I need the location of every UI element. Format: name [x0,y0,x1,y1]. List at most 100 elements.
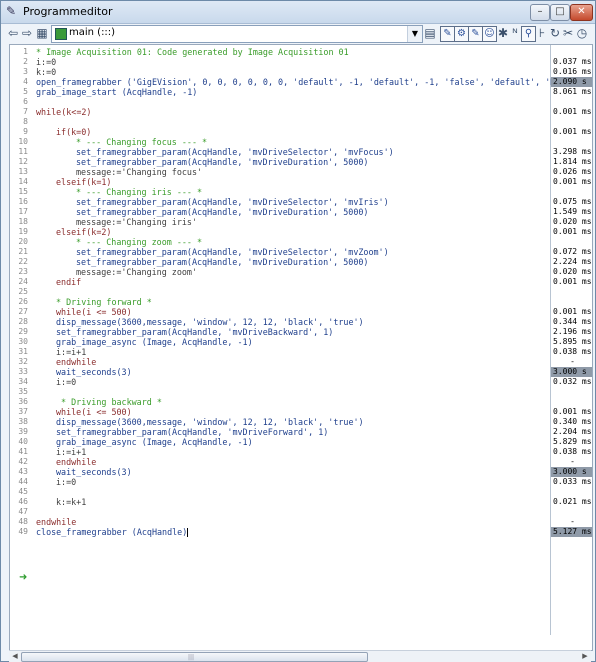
code-text[interactable]: endwhile [36,517,76,527]
code-line[interactable]: 18 message:='Changing iris' 0.020 ms [10,217,592,227]
scroll-left-icon[interactable]: ◀ [9,651,21,662]
code-line[interactable]: 29 set_framegrabber_param(AcqHandle, 'mvD… [10,327,592,337]
code-text[interactable]: set_framegrabber_param(AcqHandle, 'mvDri… [76,207,368,217]
edit-procedure-icon[interactable]: ✎ [440,26,455,42]
code-line[interactable]: 33 wait_seconds(3) 3.000 s [10,367,592,377]
code-text[interactable]: set_framegrabber_param(AcqHandle, 'mvDri… [76,197,389,207]
code-text[interactable]: endwhile [56,357,96,367]
filter-icon[interactable]: ⚲ [521,26,536,42]
code-line[interactable]: 24 endif 0.001 ms [10,277,592,287]
user-procedure-icon[interactable]: ☺ [482,26,497,42]
scroll-right-icon[interactable]: ▶ [579,651,591,662]
tools-icon[interactable]: ✂ [562,26,574,41]
code-text[interactable]: message:='Changing focus' [76,167,202,177]
code-text[interactable]: open_framegrabber ('GigEVision', 0, 0, 0… [36,77,560,87]
code-line[interactable]: 43 wait_seconds(3) 3.000 s [10,467,592,477]
code-text[interactable]: message:='Changing zoom' [76,267,197,277]
code-line[interactable]: 48 endwhile - [10,517,592,527]
code-line[interactable]: 19 elseif(k=2) 0.001 ms [10,227,592,237]
code-line[interactable]: 38 disp_message(3600,message, 'window', 1… [10,417,592,427]
code-text[interactable]: i:=0 [56,477,76,487]
code-line[interactable]: 41 i:=i+1 0.038 ms [10,447,592,457]
code-text[interactable]: wait_seconds(3) [56,467,132,477]
code-text[interactable]: i:=i+1 [56,447,86,457]
code-text[interactable]: * --- Changing zoom --- * [76,237,202,247]
code-line[interactable]: 30 grab_image_async (Image, AcqHandle, -1… [10,337,592,347]
code-text[interactable]: set_framegrabber_param(AcqHandle, 'mvDri… [56,427,328,437]
code-line[interactable]: 32 endwhile - [10,357,592,367]
code-line[interactable]: 21 set_framegrabber_param(AcqHandle, 'mvD… [10,247,592,257]
code-text[interactable]: set_framegrabber_param(AcqHandle, 'mvDri… [76,157,368,167]
procedure-selector[interactable]: main (:::) ▼ [51,25,423,43]
code-line[interactable]: 14 elseif(k=1) 0.001 ms [10,177,592,187]
code-line[interactable]: 20 * --- Changing zoom --- * [10,237,592,247]
refresh-icon[interactable]: ↻ [549,26,561,41]
code-text[interactable]: grab_image_start (AcqHandle, -1) [36,87,197,97]
code-text[interactable]: * Driving forward * [56,297,152,307]
horizontal-scrollbar[interactable]: ◀ ||| ▶ [9,650,591,662]
code-line[interactable]: 27 while(i <= 500) 0.001 ms [10,307,592,317]
code-text[interactable]: * Driving backward * [56,397,162,407]
code-text[interactable]: while(i <= 500) [56,307,132,317]
code-line[interactable]: 5 grab_image_start (AcqHandle, -1) 8.061 m… [10,87,592,97]
code-line[interactable]: 37 while(i <= 500) 0.001 ms [10,407,592,417]
code-text[interactable]: elseif(k=1) [56,177,111,187]
code-line[interactable]: 6 [10,97,592,107]
code-line[interactable]: 47 [10,507,592,517]
code-line[interactable]: 45 [10,487,592,497]
code-line[interactable]: 15 * --- Changing iris --- * [10,187,592,197]
code-text[interactable]: set_framegrabber_param(AcqHandle, 'mvDri… [56,327,333,337]
code-line[interactable]: 25 [10,287,592,297]
code-line[interactable]: 22 set_framegrabber_param(AcqHandle, 'mvD… [10,257,592,267]
code-line[interactable]: 26 * Driving forward * [10,297,592,307]
code-text[interactable]: * --- Changing focus --- * [76,137,207,147]
code-text[interactable]: k:=k+1 [56,497,86,507]
code-text[interactable]: i:=0 [36,57,56,67]
code-line[interactable]: 44 i:=0 0.033 ms [10,477,592,487]
code-text[interactable]: message:='Changing iris' [76,217,197,227]
toggle-n-icon[interactable]: ᴺ [510,26,520,41]
code-line[interactable]: 23 message:='Changing zoom' 0.020 ms [10,267,592,277]
calendar-icon[interactable]: ▤ [424,26,436,41]
code-line[interactable]: 3 k:=0 0.016 ms [10,67,592,77]
code-text[interactable]: close_framegrabber (AcqHandle) [36,527,189,537]
chevron-down-icon[interactable]: ▼ [407,26,422,42]
code-line[interactable]: 39 set_framegrabber_param(AcqHandle, 'mvD… [10,427,592,437]
code-text[interactable]: elseif(k=2) [56,227,111,237]
code-line[interactable]: 1 * Image Acquisition 01: Code generated … [10,47,592,57]
code-line[interactable]: 49 close_framegrabber (AcqHandle) 5.127 ms [10,527,592,537]
code-text[interactable]: while(k<=2) [36,107,91,117]
code-line[interactable]: 28 disp_message(3600,message, 'window', 1… [10,317,592,327]
code-line[interactable]: 34 i:=0 0.032 ms [10,377,592,387]
code-text[interactable]: k:=0 [36,67,56,77]
code-text[interactable]: wait_seconds(3) [56,367,132,377]
code-text[interactable]: disp_message(3600,message, 'window', 12,… [56,317,364,327]
arrow-left-icon[interactable]: ⇦ [7,26,19,41]
code-line[interactable]: 12 set_framegrabber_param(AcqHandle, 'mvD… [10,157,592,167]
code-text[interactable]: grab_image_async (Image, AcqHandle, -1) [56,337,253,347]
procedure-interface-icon[interactable]: ⚙ [454,26,469,42]
code-line[interactable]: 8 [10,117,592,127]
code-line[interactable]: 35 [10,387,592,397]
code-line[interactable]: 4 open_framegrabber ('GigEVision', 0, 0, … [10,77,592,87]
code-line[interactable]: 31 i:=i+1 0.038 ms [10,347,592,357]
code-text[interactable]: * --- Changing iris --- * [76,187,202,197]
code-text[interactable]: i:=0 [56,377,76,387]
title-bar[interactable]: ✎ Programmeditor – □ ✕ [1,1,595,24]
code-text[interactable]: set_framegrabber_param(AcqHandle, 'mvDri… [76,257,368,267]
code-line[interactable]: 10 * --- Changing focus --- * [10,137,592,147]
code-line[interactable]: 17 set_framegrabber_param(AcqHandle, 'mvD… [10,207,592,217]
time-icon[interactable]: ◷ [576,26,588,41]
code-line[interactable]: 9 if(k=0) 0.001 ms [10,127,592,137]
procedure-doc-icon[interactable]: ✎ [468,26,483,42]
code-editor[interactable]: 1 * Image Acquisition 01: Code generated … [9,44,593,651]
code-line[interactable]: 36 * Driving backward * [10,397,592,407]
minimize-button[interactable]: – [530,4,550,21]
code-line[interactable]: 13 message:='Changing focus' 0.026 ms [10,167,592,177]
procedure-tree-icon[interactable]: ▦ [36,26,48,41]
profiler-icon[interactable]: ⊦ [536,26,548,41]
scrollbar-thumb[interactable]: ||| [21,652,368,662]
code-line[interactable]: 46 k:=k+1 0.021 ms [10,497,592,507]
code-text[interactable]: if(k=0) [56,127,91,137]
code-text[interactable]: i:=i+1 [56,347,86,357]
